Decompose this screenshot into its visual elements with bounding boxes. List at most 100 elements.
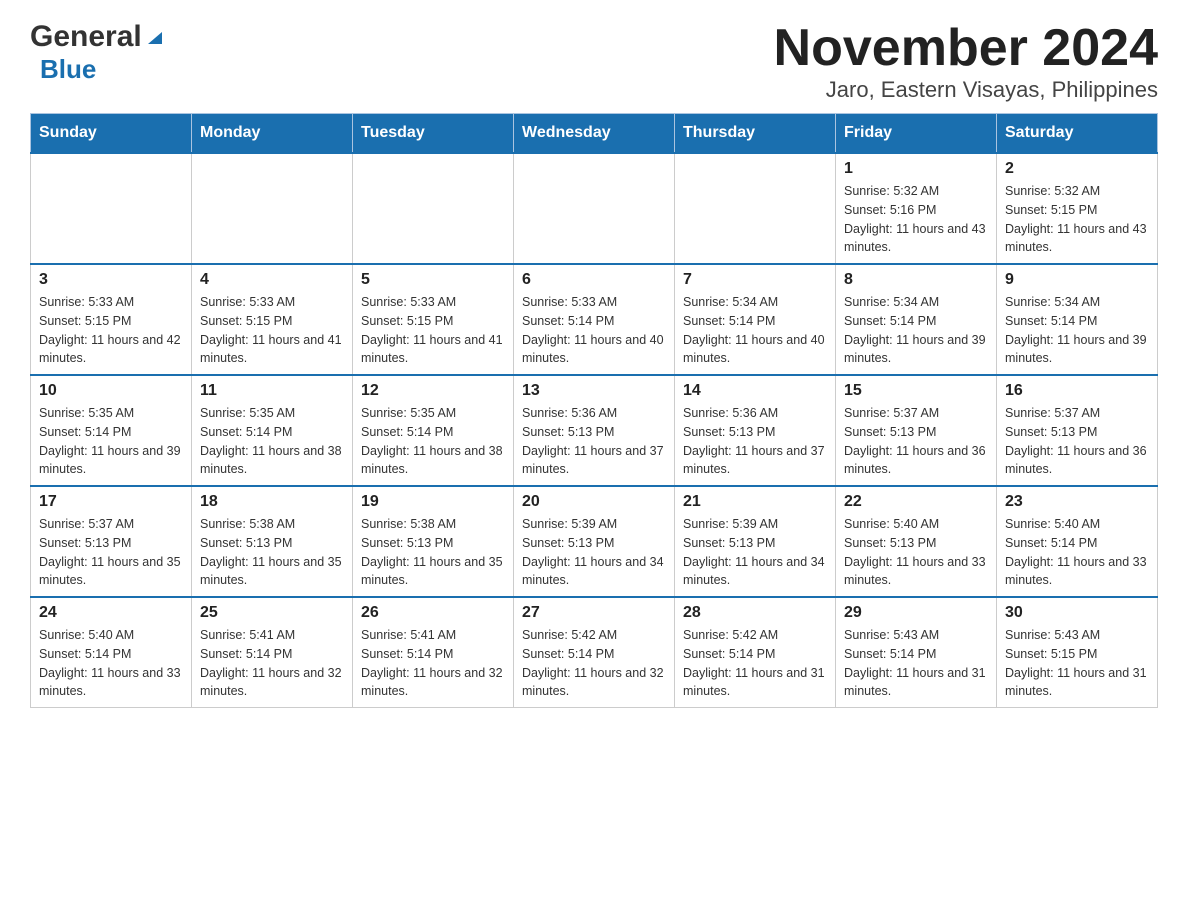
page-header: General Blue November 2024 Jaro, Eastern… — [30, 20, 1158, 103]
day-info: Sunrise: 5:32 AMSunset: 5:16 PMDaylight:… — [844, 182, 988, 257]
day-number: 16 — [1005, 382, 1149, 400]
title-section: November 2024 Jaro, Eastern Visayas, Phi… — [774, 20, 1158, 103]
day-number: 27 — [522, 604, 666, 622]
day-number: 23 — [1005, 493, 1149, 511]
day-info: Sunrise: 5:35 AMSunset: 5:14 PMDaylight:… — [361, 404, 505, 479]
table-row: 14 Sunrise: 5:36 AMSunset: 5:13 PMDayligh… — [675, 375, 836, 486]
day-info: Sunrise: 5:42 AMSunset: 5:14 PMDaylight:… — [522, 626, 666, 701]
table-row — [192, 153, 353, 264]
day-info: Sunrise: 5:35 AMSunset: 5:14 PMDaylight:… — [39, 404, 183, 479]
day-info: Sunrise: 5:37 AMSunset: 5:13 PMDaylight:… — [1005, 404, 1149, 479]
calendar-week-row: 17 Sunrise: 5:37 AMSunset: 5:13 PMDayligh… — [31, 486, 1158, 597]
table-row: 27 Sunrise: 5:42 AMSunset: 5:14 PMDayligh… — [514, 597, 675, 708]
day-number: 25 — [200, 604, 344, 622]
day-number: 6 — [522, 271, 666, 289]
day-number: 8 — [844, 271, 988, 289]
day-number: 15 — [844, 382, 988, 400]
day-number: 10 — [39, 382, 183, 400]
day-number: 7 — [683, 271, 827, 289]
day-number: 11 — [200, 382, 344, 400]
day-number: 19 — [361, 493, 505, 511]
day-number: 13 — [522, 382, 666, 400]
day-number: 20 — [522, 493, 666, 511]
table-row: 11 Sunrise: 5:35 AMSunset: 5:14 PMDayligh… — [192, 375, 353, 486]
logo-triangle-icon — [144, 26, 166, 48]
day-info: Sunrise: 5:40 AMSunset: 5:13 PMDaylight:… — [844, 515, 988, 590]
logo-blue-text: Blue — [40, 54, 96, 84]
day-number: 28 — [683, 604, 827, 622]
table-row: 26Sunrise: 5:41 AMSunset: 5:14 PMDayligh… — [353, 597, 514, 708]
day-info: Sunrise: 5:42 AMSunset: 5:14 PMDaylight:… — [683, 626, 827, 701]
day-number: 26 — [361, 604, 505, 622]
day-info: Sunrise: 5:36 AMSunset: 5:13 PMDaylight:… — [683, 404, 827, 479]
day-number: 3 — [39, 271, 183, 289]
table-row: 23 Sunrise: 5:40 AMSunset: 5:14 PMDayligh… — [997, 486, 1158, 597]
day-number: 12 — [361, 382, 505, 400]
day-info: Sunrise: 5:35 AMSunset: 5:14 PMDaylight:… — [200, 404, 344, 479]
day-number: 22 — [844, 493, 988, 511]
table-row: 10 Sunrise: 5:35 AMSunset: 5:14 PMDayligh… — [31, 375, 192, 486]
calendar-week-row: 24 Sunrise: 5:40 AMSunset: 5:14 PMDayligh… — [31, 597, 1158, 708]
day-number: 2 — [1005, 160, 1149, 178]
day-info: Sunrise: 5:34 AMSunset: 5:14 PMDaylight:… — [1005, 293, 1149, 368]
col-saturday: Saturday — [997, 114, 1158, 154]
day-info: Sunrise: 5:37 AMSunset: 5:13 PMDaylight:… — [844, 404, 988, 479]
day-number: 14 — [683, 382, 827, 400]
day-info: Sunrise: 5:36 AMSunset: 5:13 PMDaylight:… — [522, 404, 666, 479]
day-number: 1 — [844, 160, 988, 178]
table-row: 20Sunrise: 5:39 AMSunset: 5:13 PMDayligh… — [514, 486, 675, 597]
day-info: Sunrise: 5:39 AMSunset: 5:13 PMDaylight:… — [683, 515, 827, 590]
day-number: 18 — [200, 493, 344, 511]
table-row: 28 Sunrise: 5:42 AMSunset: 5:14 PMDayligh… — [675, 597, 836, 708]
day-info: Sunrise: 5:43 AMSunset: 5:14 PMDaylight:… — [844, 626, 988, 701]
logo-general-text: General — [30, 20, 142, 54]
day-info: Sunrise: 5:33 AMSunset: 5:15 PMDaylight:… — [39, 293, 183, 368]
day-info: Sunrise: 5:38 AMSunset: 5:13 PMDaylight:… — [361, 515, 505, 590]
logo: General Blue — [30, 20, 166, 85]
table-row: 30Sunrise: 5:43 AMSunset: 5:15 PMDayligh… — [997, 597, 1158, 708]
table-row: 1 Sunrise: 5:32 AMSunset: 5:16 PMDaylight… — [836, 153, 997, 264]
day-info: Sunrise: 5:37 AMSunset: 5:13 PMDaylight:… — [39, 515, 183, 590]
table-row: 3 Sunrise: 5:33 AMSunset: 5:15 PMDaylight… — [31, 264, 192, 375]
day-info: Sunrise: 5:34 AMSunset: 5:14 PMDaylight:… — [683, 293, 827, 368]
day-number: 4 — [200, 271, 344, 289]
table-row: 8 Sunrise: 5:34 AMSunset: 5:14 PMDaylight… — [836, 264, 997, 375]
table-row: 21Sunrise: 5:39 AMSunset: 5:13 PMDayligh… — [675, 486, 836, 597]
col-friday: Friday — [836, 114, 997, 154]
day-info: Sunrise: 5:34 AMSunset: 5:14 PMDaylight:… — [844, 293, 988, 368]
day-number: 9 — [1005, 271, 1149, 289]
table-row: 6Sunrise: 5:33 AMSunset: 5:14 PMDaylight… — [514, 264, 675, 375]
col-sunday: Sunday — [31, 114, 192, 154]
day-info: Sunrise: 5:33 AMSunset: 5:15 PMDaylight:… — [361, 293, 505, 368]
day-info: Sunrise: 5:41 AMSunset: 5:14 PMDaylight:… — [200, 626, 344, 701]
table-row: 22 Sunrise: 5:40 AMSunset: 5:13 PMDayligh… — [836, 486, 997, 597]
table-row: 4Sunrise: 5:33 AMSunset: 5:15 PMDaylight… — [192, 264, 353, 375]
table-row: 7 Sunrise: 5:34 AMSunset: 5:14 PMDaylight… — [675, 264, 836, 375]
day-info: Sunrise: 5:40 AMSunset: 5:14 PMDaylight:… — [39, 626, 183, 701]
table-row: 18Sunrise: 5:38 AMSunset: 5:13 PMDayligh… — [192, 486, 353, 597]
table-row: 15 Sunrise: 5:37 AMSunset: 5:13 PMDayligh… — [836, 375, 997, 486]
day-info: Sunrise: 5:40 AMSunset: 5:14 PMDaylight:… — [1005, 515, 1149, 590]
day-info: Sunrise: 5:43 AMSunset: 5:15 PMDaylight:… — [1005, 626, 1149, 701]
table-row: 17 Sunrise: 5:37 AMSunset: 5:13 PMDayligh… — [31, 486, 192, 597]
page-subtitle: Jaro, Eastern Visayas, Philippines — [774, 77, 1158, 103]
calendar-header-row: Sunday Monday Tuesday Wednesday Thursday… — [31, 114, 1158, 154]
table-row — [353, 153, 514, 264]
day-number: 17 — [39, 493, 183, 511]
table-row — [31, 153, 192, 264]
col-wednesday: Wednesday — [514, 114, 675, 154]
table-row — [514, 153, 675, 264]
table-row: 2 Sunrise: 5:32 AMSunset: 5:15 PMDaylight… — [997, 153, 1158, 264]
day-info: Sunrise: 5:32 AMSunset: 5:15 PMDaylight:… — [1005, 182, 1149, 257]
day-number: 24 — [39, 604, 183, 622]
table-row: 5Sunrise: 5:33 AMSunset: 5:15 PMDaylight… — [353, 264, 514, 375]
table-row: 29Sunrise: 5:43 AMSunset: 5:14 PMDayligh… — [836, 597, 997, 708]
col-monday: Monday — [192, 114, 353, 154]
table-row: 19 Sunrise: 5:38 AMSunset: 5:13 PMDayligh… — [353, 486, 514, 597]
calendar-week-row: 3 Sunrise: 5:33 AMSunset: 5:15 PMDaylight… — [31, 264, 1158, 375]
col-tuesday: Tuesday — [353, 114, 514, 154]
calendar-week-row: 10 Sunrise: 5:35 AMSunset: 5:14 PMDayligh… — [31, 375, 1158, 486]
table-row: 9 Sunrise: 5:34 AMSunset: 5:14 PMDaylight… — [997, 264, 1158, 375]
table-row: 16 Sunrise: 5:37 AMSunset: 5:13 PMDayligh… — [997, 375, 1158, 486]
calendar-table: Sunday Monday Tuesday Wednesday Thursday… — [30, 113, 1158, 708]
